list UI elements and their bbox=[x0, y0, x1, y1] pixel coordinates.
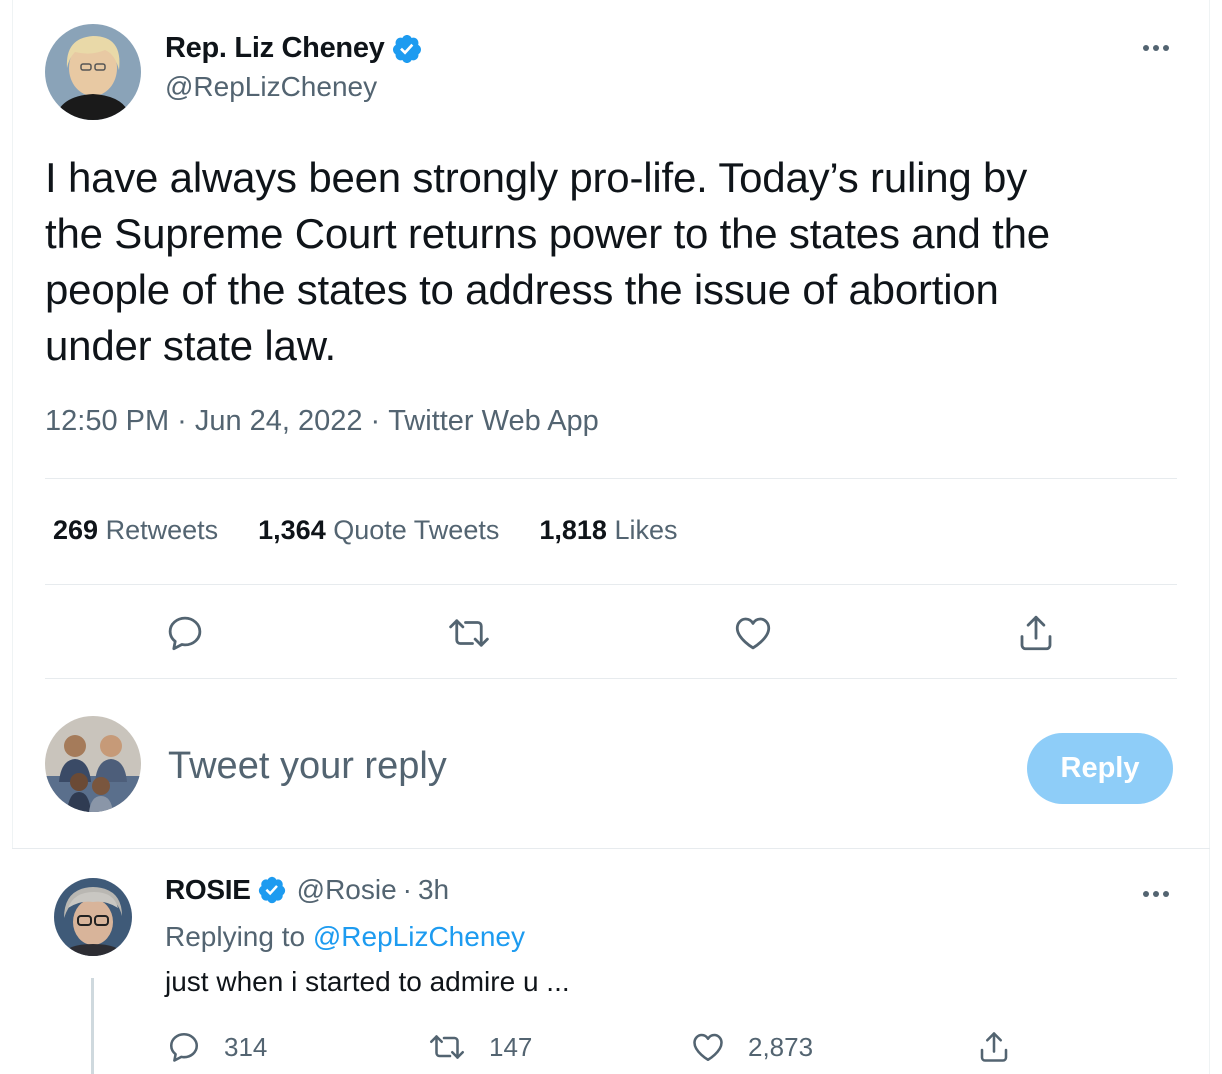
verified-badge-icon bbox=[257, 875, 287, 905]
reply-text: just when i started to admire u ... bbox=[165, 966, 570, 997]
tweet-text: I have always been strongly pro-life. To… bbox=[45, 154, 1050, 369]
tweet-time[interactable]: 12:50 PM bbox=[45, 405, 169, 437]
more-icon[interactable] bbox=[1143, 891, 1169, 897]
section-divider bbox=[12, 848, 1210, 849]
divider bbox=[45, 478, 1177, 479]
quote-tweets-count: 1,364 bbox=[258, 515, 326, 545]
tweet-meta: 12:50 PM · Jun 24, 2022 · Twitter Web App bbox=[45, 405, 599, 438]
divider bbox=[45, 678, 1177, 679]
reply-reply-action[interactable]: 314 bbox=[166, 1029, 267, 1065]
retweet-count: 147 bbox=[489, 1031, 533, 1062]
user-avatar[interactable] bbox=[45, 716, 141, 812]
like-icon[interactable] bbox=[732, 612, 774, 654]
meta-separator: · bbox=[370, 405, 381, 437]
like-icon bbox=[690, 1029, 726, 1065]
reply-time[interactable]: 3h bbox=[418, 874, 449, 906]
tweet-date[interactable]: Jun 24, 2022 bbox=[195, 405, 363, 437]
quote-tweets-stat[interactable]: 1,364 Quote Tweets bbox=[258, 515, 499, 546]
reply-author-handle[interactable]: @Rosie bbox=[297, 874, 397, 906]
timeline-border-right bbox=[1209, 0, 1210, 1074]
reply-separator: · bbox=[402, 874, 412, 905]
replying-to-link[interactable]: @RepLizCheney bbox=[313, 921, 525, 952]
meta-separator: · bbox=[177, 405, 187, 437]
retweets-stat[interactable]: 269 Retweets bbox=[53, 515, 218, 546]
more-icon[interactable] bbox=[1143, 45, 1169, 51]
share-icon bbox=[976, 1029, 1012, 1065]
reply-author-row: ROSIE @Rosie · 3h bbox=[165, 874, 449, 906]
reply-icon[interactable] bbox=[164, 612, 206, 654]
tweet-source[interactable]: Twitter Web App bbox=[388, 405, 599, 437]
reply-button[interactable]: Reply bbox=[1027, 733, 1173, 804]
reply-author-name[interactable]: ROSIE bbox=[165, 874, 251, 906]
divider bbox=[45, 584, 1177, 585]
tweet-stats: 269 Retweets 1,364 Quote Tweets 1,818 Li… bbox=[53, 515, 717, 546]
timeline-border-left bbox=[12, 0, 13, 848]
author-handle[interactable]: @RepLizCheney bbox=[165, 71, 377, 103]
retweet-icon bbox=[427, 1029, 467, 1065]
reply-count: 314 bbox=[224, 1031, 268, 1062]
replying-prefix: Replying to bbox=[165, 921, 306, 952]
reply-author-avatar[interactable] bbox=[54, 878, 132, 956]
author-avatar[interactable] bbox=[45, 24, 141, 120]
reply-retweet-action[interactable]: 147 bbox=[427, 1029, 532, 1065]
likes-label: Likes bbox=[614, 515, 678, 545]
thread-line bbox=[91, 978, 94, 1074]
reply-input[interactable]: Tweet your reply bbox=[168, 745, 447, 788]
retweet-icon[interactable] bbox=[446, 612, 492, 654]
replying-to: Replying to @RepLizCheney bbox=[165, 921, 525, 953]
reply-icon bbox=[166, 1029, 202, 1065]
author-name-row[interactable]: Rep. Liz Cheney bbox=[165, 32, 423, 65]
author-display-name[interactable]: Rep. Liz Cheney bbox=[165, 32, 385, 65]
reply-like-action[interactable]: 2,873 bbox=[690, 1029, 813, 1065]
like-count: 2,873 bbox=[748, 1031, 814, 1062]
reply-share-action[interactable] bbox=[976, 1029, 1012, 1065]
verified-badge-icon bbox=[391, 33, 423, 65]
likes-stat[interactable]: 1,818 Likes bbox=[539, 515, 677, 546]
retweets-label: Retweets bbox=[105, 515, 219, 545]
retweets-count: 269 bbox=[53, 515, 99, 545]
quote-tweets-label: Quote Tweets bbox=[333, 515, 500, 545]
likes-count: 1,818 bbox=[539, 515, 607, 545]
share-icon[interactable] bbox=[1015, 612, 1057, 654]
